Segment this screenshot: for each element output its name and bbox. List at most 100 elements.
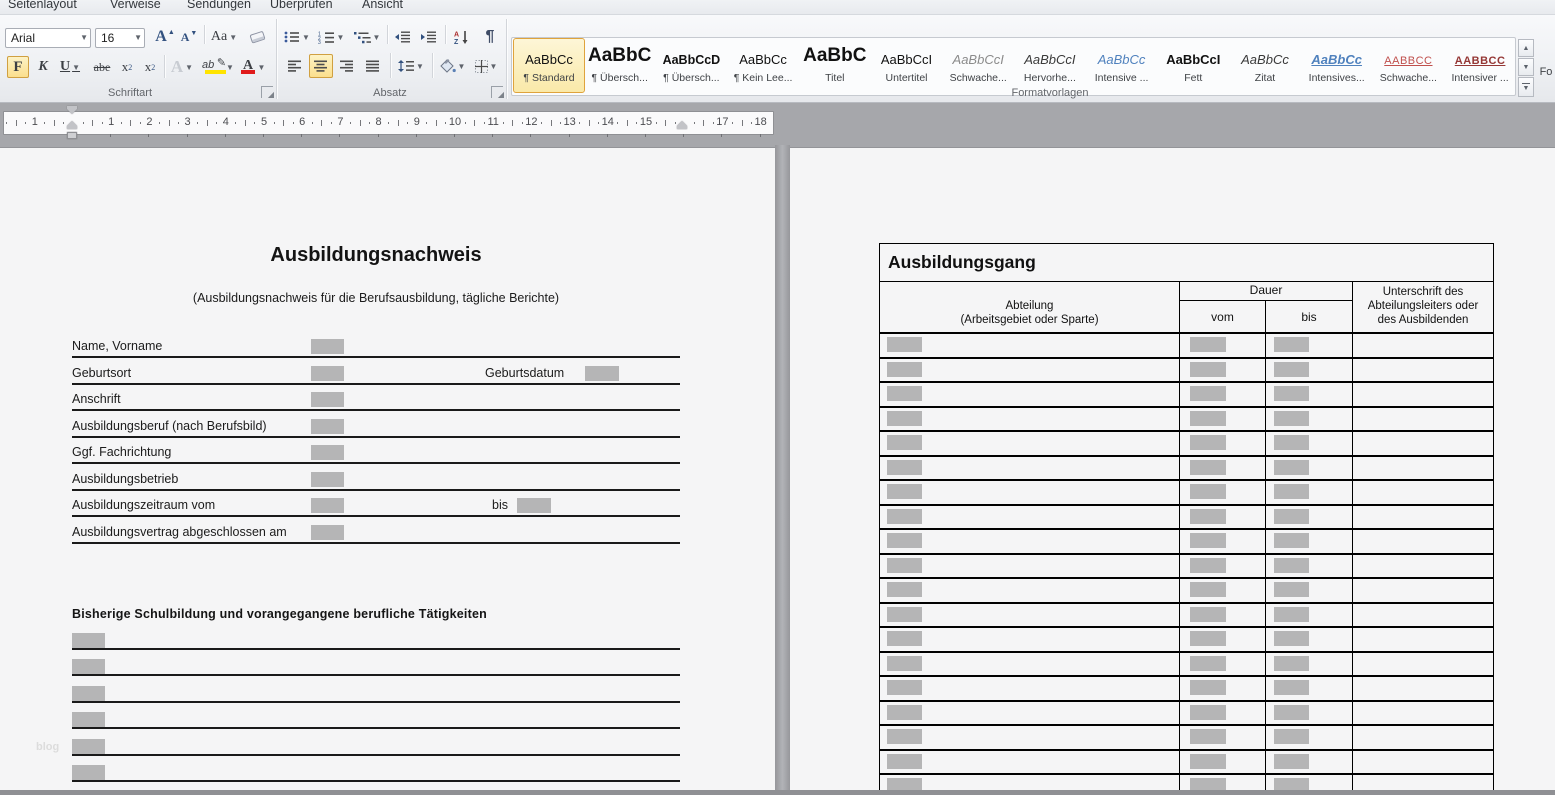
line-spacing-button[interactable]: ▼: [395, 55, 427, 77]
table-row[interactable]: [880, 677, 1493, 702]
cell-unterschrift[interactable]: [1353, 726, 1493, 749]
cell-unterschrift[interactable]: [1353, 334, 1493, 357]
grow-font-button[interactable]: A▲: [153, 26, 177, 48]
clear-formatting-button[interactable]: [245, 25, 271, 49]
table-row[interactable]: [880, 604, 1493, 629]
cell-abteilung[interactable]: [880, 677, 1180, 700]
table-row[interactable]: [880, 702, 1493, 727]
chevron-down-icon[interactable]: ▼: [134, 33, 142, 42]
table-row[interactable]: [880, 726, 1493, 751]
chevron-down-icon[interactable]: ▼: [337, 33, 345, 42]
cell-bis[interactable]: [1266, 677, 1353, 700]
table-row[interactable]: [880, 506, 1493, 531]
style-chip-schwache-[interactable]: AABBCCSchwache...: [1373, 39, 1443, 92]
style-chip-fett[interactable]: AaBbCcIFett: [1158, 39, 1228, 92]
document-page-1[interactable]: Ausbildungsnachweis (Ausbildungsnachweis…: [0, 147, 775, 795]
cell-bis[interactable]: [1266, 628, 1353, 651]
cell-unterschrift[interactable]: [1353, 383, 1493, 406]
cell-unterschrift[interactable]: [1353, 408, 1493, 431]
bullet-list-button[interactable]: ▼: [283, 26, 311, 48]
change-styles-button[interactable]: Fo: [1537, 63, 1555, 81]
cell-bis[interactable]: [1266, 432, 1353, 455]
chevron-down-icon[interactable]: ▼: [226, 63, 234, 72]
chevron-down-icon[interactable]: ▼: [490, 62, 498, 71]
chevron-down-icon[interactable]: ▼: [373, 33, 381, 42]
table-row[interactable]: [880, 628, 1493, 653]
cell-abteilung[interactable]: [880, 751, 1180, 774]
style-chip-zitat[interactable]: AaBbCcZitat: [1230, 39, 1300, 92]
cell-bis[interactable]: [1266, 334, 1353, 357]
cell-bis[interactable]: [1266, 481, 1353, 504]
cell-abteilung[interactable]: [880, 702, 1180, 725]
chevron-down-icon[interactable]: ▼: [416, 62, 424, 71]
style-chip-untertitel[interactable]: AaBbCcIUntertitel: [872, 39, 942, 92]
cell-vom[interactable]: [1180, 530, 1266, 553]
chevron-down-icon[interactable]: ▼: [302, 33, 310, 42]
table-row[interactable]: [880, 359, 1493, 384]
cell-abteilung[interactable]: [880, 457, 1180, 480]
tab-ansicht[interactable]: Ansicht: [362, 0, 403, 11]
superscript-button[interactable]: x2: [139, 56, 161, 78]
hanging-indent-marker[interactable]: [67, 121, 77, 129]
underline-button[interactable]: U▼: [55, 56, 85, 78]
cell-vom[interactable]: [1180, 702, 1266, 725]
cell-bis[interactable]: [1266, 359, 1353, 382]
style-chip--übersch-[interactable]: AaBbCcD¶ Übersch...: [656, 39, 726, 92]
cell-bis[interactable]: [1266, 383, 1353, 406]
increase-indent-button[interactable]: [417, 26, 441, 48]
cell-vom[interactable]: [1180, 653, 1266, 676]
cell-unterschrift[interactable]: [1353, 628, 1493, 651]
cell-vom[interactable]: [1180, 383, 1266, 406]
document-page-2[interactable]: Ausbildungsgang Abteilung (Arbeitsgebiet…: [790, 147, 1555, 795]
cell-vom[interactable]: [1180, 604, 1266, 627]
cell-bis[interactable]: [1266, 530, 1353, 553]
borders-button[interactable]: ▼: [470, 55, 502, 77]
table-row[interactable]: [880, 555, 1493, 580]
align-right-button[interactable]: [335, 55, 359, 77]
cell-abteilung[interactable]: [880, 432, 1180, 455]
font-color-button[interactable]: A ▼: [238, 55, 268, 79]
font-size-combo[interactable]: 16 ▼: [95, 28, 145, 48]
cell-vom[interactable]: [1180, 628, 1266, 651]
style-chip-schwache-[interactable]: AaBbCcISchwache...: [943, 39, 1013, 92]
change-case-button[interactable]: Aa▼: [209, 26, 239, 48]
tab-ueberpruefen[interactable]: Überprüfen: [270, 0, 333, 11]
cell-bis[interactable]: [1266, 579, 1353, 602]
cell-unterschrift[interactable]: [1353, 702, 1493, 725]
gallery-scroll-down-button[interactable]: ▼: [1518, 58, 1534, 76]
style-chip-titel[interactable]: AaBbCTitel: [800, 39, 870, 92]
cell-unterschrift[interactable]: [1353, 751, 1493, 774]
cell-abteilung[interactable]: [880, 359, 1180, 382]
gallery-more-button[interactable]: ▼: [1518, 77, 1534, 97]
cell-unterschrift[interactable]: [1353, 530, 1493, 553]
font-name-combo[interactable]: Arial ▼: [5, 28, 91, 48]
cell-bis[interactable]: [1266, 702, 1353, 725]
cell-unterschrift[interactable]: [1353, 481, 1493, 504]
cell-bis[interactable]: [1266, 457, 1353, 480]
cell-bis[interactable]: [1266, 653, 1353, 676]
italic-button[interactable]: K: [33, 56, 53, 78]
table-row[interactable]: [880, 334, 1493, 359]
strikethrough-button[interactable]: abe: [89, 56, 115, 78]
cell-abteilung[interactable]: [880, 555, 1180, 578]
left-indent-marker[interactable]: [67, 132, 77, 139]
table-row[interactable]: [880, 751, 1493, 776]
cell-bis[interactable]: [1266, 506, 1353, 529]
cell-vom[interactable]: [1180, 677, 1266, 700]
cell-abteilung[interactable]: [880, 506, 1180, 529]
shrink-font-button[interactable]: A▼: [178, 26, 200, 48]
cell-abteilung[interactable]: [880, 726, 1180, 749]
cell-abteilung[interactable]: [880, 334, 1180, 357]
sort-button[interactable]: AZ: [449, 26, 475, 48]
style-chip-intensives-[interactable]: AaBbCcIntensives...: [1302, 39, 1372, 92]
table-row[interactable]: [880, 432, 1493, 457]
style-chip-hervorhe-[interactable]: AaBbCcIHervorhe...: [1015, 39, 1085, 92]
chevron-down-icon[interactable]: ▼: [72, 63, 80, 72]
cell-unterschrift[interactable]: [1353, 604, 1493, 627]
table-row[interactable]: [880, 457, 1493, 482]
cell-vom[interactable]: [1180, 579, 1266, 602]
cell-unterschrift[interactable]: [1353, 677, 1493, 700]
bold-button[interactable]: F: [7, 56, 29, 78]
align-center-button[interactable]: [309, 54, 333, 78]
cell-unterschrift[interactable]: [1353, 432, 1493, 455]
